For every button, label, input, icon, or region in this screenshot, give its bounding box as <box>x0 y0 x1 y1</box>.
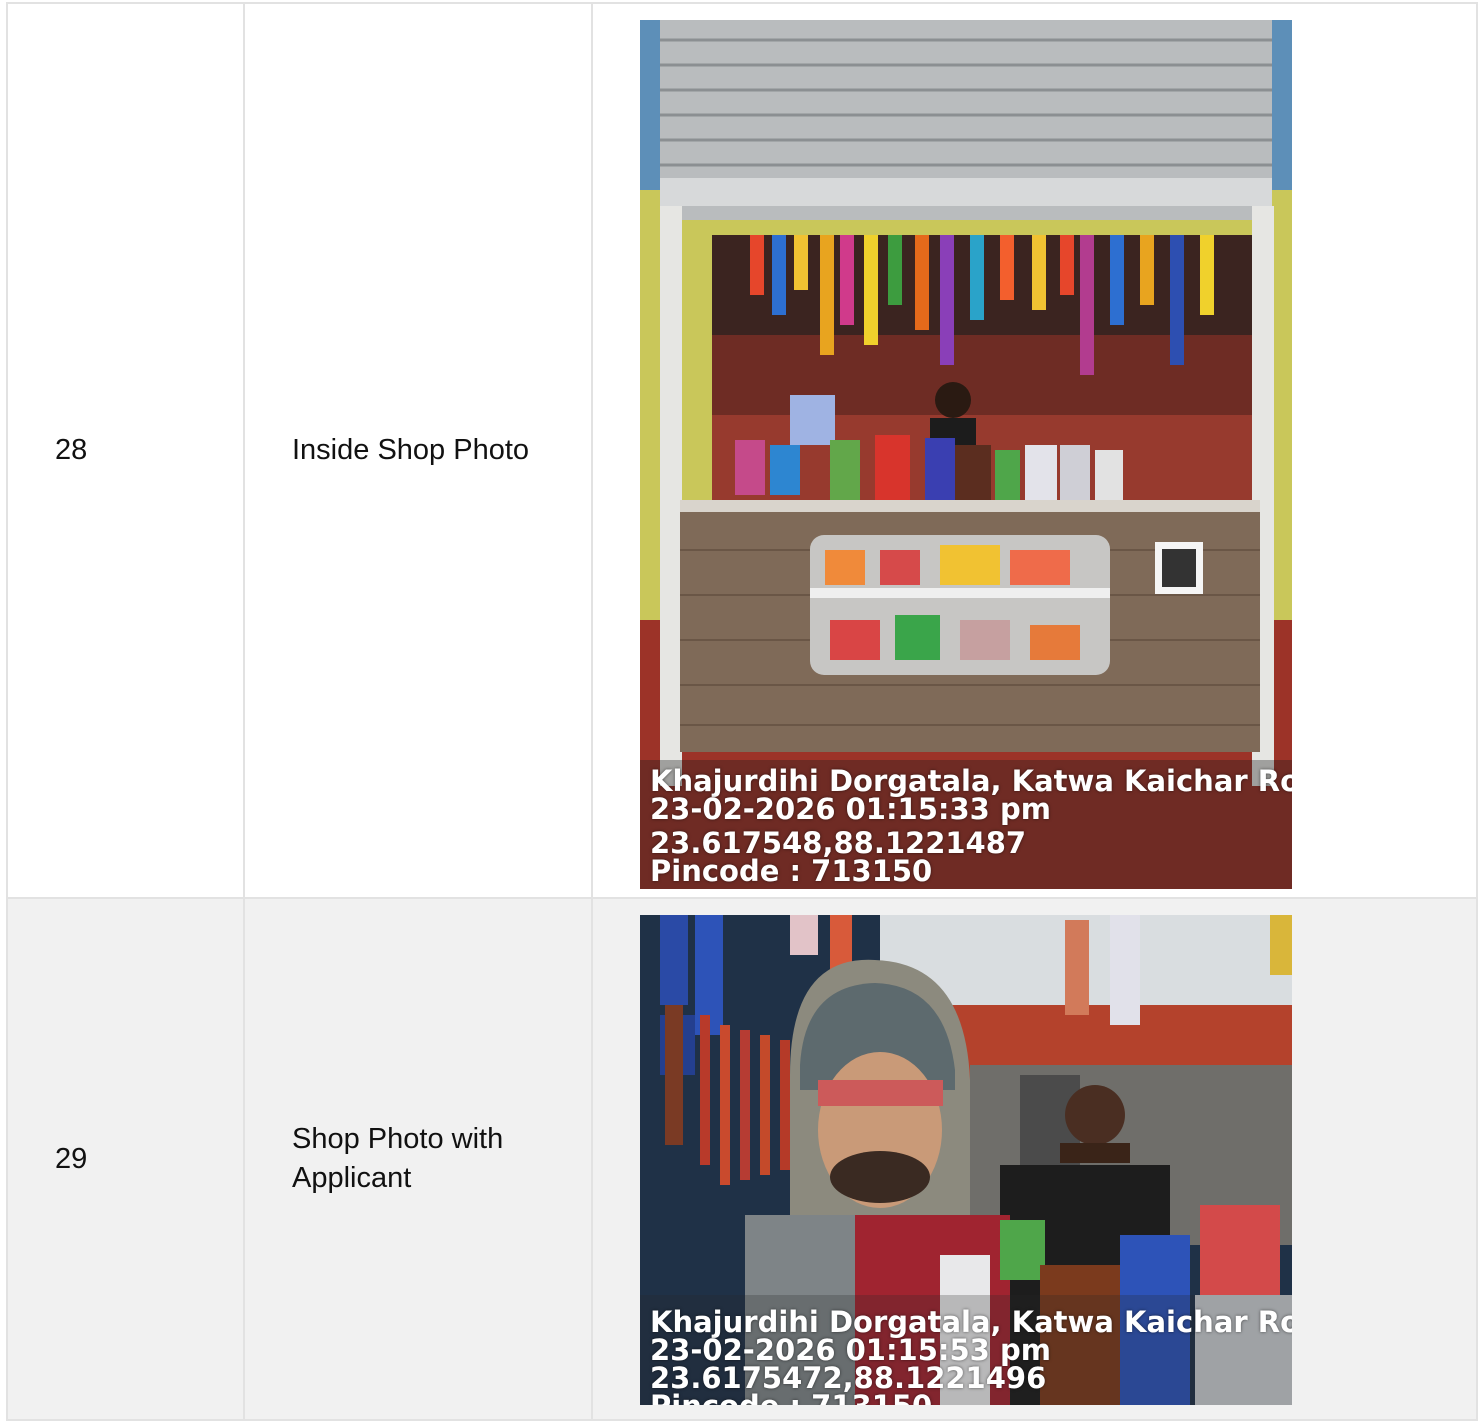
photo-label-cell: Inside Shop Photo <box>243 2 593 899</box>
stamp-coordinates: 23.6175472,88.1221496 <box>650 1361 1047 1395</box>
stamp-datetime: 23-02-2026 01:15:33 pm <box>650 792 1051 826</box>
shop-photo-with-applicant: Khajurdihi Dorgatala, Katwa Kaichar Road… <box>640 915 1292 1405</box>
photo-stamp: Khajurdihi Dorgatala, Katwa Kaichar Road… <box>650 764 1292 888</box>
row-number: 28 <box>55 434 88 466</box>
photo-stamp: Khajurdihi Dorgatala, Katwa Kaichar Road… <box>650 1305 1292 1406</box>
photo-cell: Khajurdihi Dorgatala, Katwa Kaichar Road… <box>591 897 1478 1421</box>
table-row: 29 Shop Photo with Applicant Khajurdihi … <box>6 897 1478 1421</box>
inside-shop-photo: Khajurdihi Dorgatala, Katwa Kaichar Road… <box>640 20 1292 889</box>
row-number-cell: 29 <box>6 897 245 1421</box>
photo-label: Shop Photo with Applicant <box>292 1123 504 1194</box>
stamp-datetime: 23-02-2026 01:15:53 pm <box>650 1333 1051 1367</box>
row-number-cell: 28 <box>6 2 245 899</box>
shop-interior-image <box>640 20 1292 889</box>
photo-cell: Khajurdihi Dorgatala, Katwa Kaichar Road… <box>591 2 1478 899</box>
stamp-coordinates: 23.617548,88.1221487 <box>650 826 1027 860</box>
stamp-pincode: Pincode : 713150 <box>650 854 933 888</box>
table-row: 28 Inside Shop Photo Khajurdihi Dorgatal… <box>6 2 1478 899</box>
stamp-address: Khajurdihi Dorgatala, Katwa Kaichar Road <box>650 1305 1292 1339</box>
photo-label-cell: Shop Photo with Applicant <box>243 897 593 1421</box>
stamp-address: Khajurdihi Dorgatala, Katwa Kaichar Road… <box>650 764 1292 798</box>
photo-label: Inside Shop Photo <box>292 434 530 466</box>
photo-table: 28 Inside Shop Photo Khajurdihi Dorgatal… <box>6 2 1478 1421</box>
row-number: 29 <box>55 1142 88 1175</box>
